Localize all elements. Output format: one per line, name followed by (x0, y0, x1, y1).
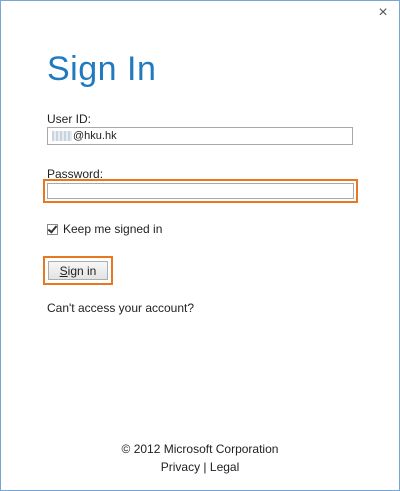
close-icon[interactable]: × (375, 5, 391, 21)
userid-value: @hku.hk (73, 130, 117, 142)
legal-link[interactable]: Legal (210, 460, 239, 474)
userid-label: User ID: (47, 112, 92, 126)
password-field[interactable] (47, 183, 354, 199)
footer-links: Privacy | Legal (161, 460, 240, 474)
sign-in-button[interactable]: Sign in (48, 261, 108, 280)
password-highlight (43, 179, 358, 203)
cant-access-link[interactable]: Can't access your account? (47, 301, 194, 315)
footer-separator: | (203, 460, 207, 474)
privacy-link[interactable]: Privacy (161, 460, 200, 474)
footer: © 2012 Microsoft Corporation Privacy | L… (1, 442, 399, 474)
keep-signed-in-label: Keep me signed in (63, 222, 163, 236)
keep-signed-in-checkbox[interactable] (47, 223, 58, 235)
sign-in-accelerator: S (59, 264, 68, 278)
sign-in-dialog: × Sign In User ID: @hku.hk Password: Kee… (0, 0, 400, 491)
keep-signed-in-row[interactable]: Keep me signed in (47, 222, 162, 236)
signin-highlight: Sign in (43, 256, 113, 285)
sign-in-button-label: ign in (67, 264, 97, 278)
copyright-text: © 2012 Microsoft Corporation (121, 442, 279, 456)
userid-field[interactable]: @hku.hk (47, 127, 353, 145)
redacted-username (52, 131, 72, 141)
page-title: Sign In (47, 50, 157, 88)
